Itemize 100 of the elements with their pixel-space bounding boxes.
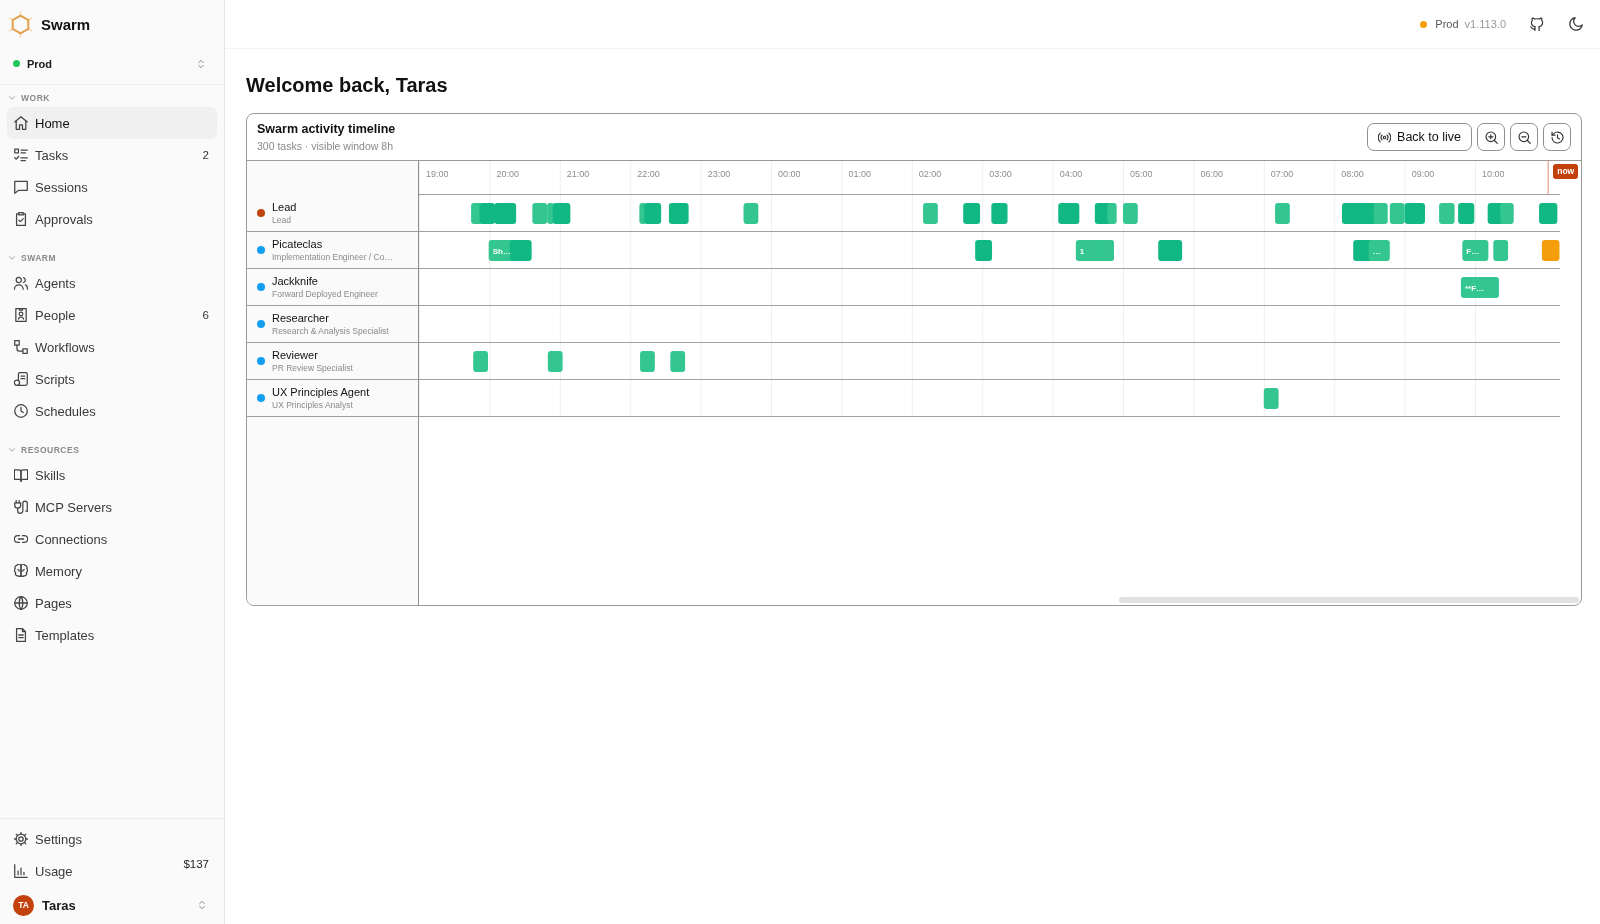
time-label: 00:00 xyxy=(778,169,801,179)
task-block[interactable] xyxy=(1541,240,1560,261)
task-block[interactable] xyxy=(743,203,759,224)
task-block[interactable] xyxy=(975,240,993,261)
task-block[interactable] xyxy=(991,203,1008,224)
chevron-down-icon xyxy=(8,446,16,454)
task-label: 1 xyxy=(1079,246,1085,256)
task-block[interactable] xyxy=(1460,277,1499,298)
message-icon xyxy=(14,180,28,194)
nav-item[interactable]: Approvals xyxy=(7,203,217,235)
agent-role: Forward Deployed Engineer xyxy=(272,288,378,300)
clock-icon xyxy=(14,404,28,418)
task-block[interactable] xyxy=(1539,203,1558,224)
task-block[interactable] xyxy=(1123,203,1138,224)
now-badge: now xyxy=(1553,164,1579,179)
book-icon xyxy=(14,468,28,482)
time-label: 03:00 xyxy=(989,169,1012,179)
nav-item[interactable]: Tasks 2 xyxy=(7,139,217,171)
id-badge-icon xyxy=(14,308,28,322)
task-block[interactable] xyxy=(1341,203,1378,224)
task-block[interactable] xyxy=(1158,240,1183,261)
scrollbar-thumb[interactable] xyxy=(1119,597,1579,603)
task-block[interactable] xyxy=(1058,203,1080,224)
link-icon xyxy=(14,532,28,546)
broadcast-icon xyxy=(1378,130,1392,144)
history-icon xyxy=(1550,130,1564,144)
task-block[interactable] xyxy=(532,203,548,224)
agent-name: Reviewer xyxy=(272,348,319,362)
chevron-down-icon xyxy=(8,94,16,102)
task-block[interactable] xyxy=(1404,203,1425,224)
environment-selector[interactable]: Prod xyxy=(8,51,216,76)
task-label: Sh… xyxy=(492,246,511,256)
nav-item[interactable]: Memory xyxy=(7,555,217,587)
nav-item[interactable]: Agents xyxy=(7,267,217,299)
task-block[interactable] xyxy=(509,240,532,261)
task-block[interactable] xyxy=(644,203,662,224)
task-block[interactable] xyxy=(547,351,563,372)
workflow-icon xyxy=(14,340,28,354)
zoom-out-button[interactable] xyxy=(1510,123,1538,151)
nav-item[interactable]: Usage $137 xyxy=(7,855,217,887)
timeline-subtitle: 300 tasks · visible window 8h xyxy=(257,138,394,153)
chevrons-up-down-icon xyxy=(196,57,206,70)
task-block[interactable] xyxy=(640,351,655,372)
task-block[interactable] xyxy=(963,203,981,224)
task-block[interactable] xyxy=(1275,203,1290,224)
usage-amount: $137 xyxy=(183,858,209,870)
task-block[interactable] xyxy=(1500,203,1514,224)
clipboard-check-icon xyxy=(14,212,28,226)
task-block[interactable] xyxy=(670,351,686,372)
task-block[interactable] xyxy=(1368,240,1390,261)
globe-icon xyxy=(14,596,28,610)
bar-chart-icon xyxy=(14,864,28,878)
agent-name: Researcher xyxy=(272,311,330,325)
task-block[interactable] xyxy=(1389,203,1405,224)
zoom-out-icon xyxy=(1517,130,1531,144)
nav-item[interactable]: Workflows xyxy=(7,331,217,363)
task-block[interactable] xyxy=(923,203,938,224)
task-label: … xyxy=(1372,246,1381,256)
nav-item[interactable]: MCP Servers xyxy=(7,491,217,523)
nav-item[interactable]: Skills xyxy=(7,459,217,491)
timeline-title: Swarm activity timeline xyxy=(257,121,396,137)
brain-icon xyxy=(14,564,28,578)
time-label: 08:00 xyxy=(1341,169,1364,179)
nav-item[interactable]: Schedules xyxy=(7,395,217,427)
task-block[interactable] xyxy=(1439,203,1455,224)
nav-item[interactable]: Scripts xyxy=(7,363,217,395)
nav-item[interactable]: Pages xyxy=(7,587,217,619)
task-block[interactable] xyxy=(1462,240,1489,261)
zoom-in-icon xyxy=(1484,130,1498,144)
history-button[interactable] xyxy=(1543,123,1571,151)
version-label: v1.113.0 xyxy=(1464,18,1506,30)
nav-item[interactable]: Sessions xyxy=(7,171,217,203)
task-block[interactable] xyxy=(1107,203,1117,224)
task-block[interactable] xyxy=(1263,388,1279,409)
task-block[interactable] xyxy=(473,351,488,372)
nav-item[interactable]: Settings xyxy=(7,823,217,855)
agent-role: Research & Analysis Specialist xyxy=(272,325,389,337)
agent-role: UX Principles Analyst xyxy=(272,399,354,411)
task-block[interactable] xyxy=(1493,240,1509,261)
hexagon-logo-icon xyxy=(7,9,34,39)
chevrons-up-down-icon xyxy=(197,899,207,911)
nav-item[interactable]: People 6 xyxy=(7,299,217,331)
chevron-down-icon xyxy=(8,254,16,262)
zoom-in-button[interactable] xyxy=(1477,123,1505,151)
time-label: 10:00 xyxy=(1482,169,1505,179)
nav-item[interactable]: Home xyxy=(7,107,217,139)
task-block[interactable] xyxy=(668,203,689,224)
task-block[interactable] xyxy=(494,203,517,224)
task-block[interactable] xyxy=(1458,203,1475,224)
nav-item[interactable]: Templates xyxy=(7,619,217,651)
github-icon xyxy=(1530,17,1544,31)
back-to-live-button[interactable]: Back to live xyxy=(1367,123,1472,151)
time-label: 19:00 xyxy=(426,169,449,179)
user-menu[interactable]: TA Taras xyxy=(7,889,217,921)
time-label: 09:00 xyxy=(1411,169,1435,179)
agent-role: Implementation Engineer / Co… xyxy=(272,251,393,263)
brand-name: Swarm xyxy=(41,15,91,33)
nav-item[interactable]: Connections xyxy=(7,523,217,555)
time-label: 01:00 xyxy=(848,169,871,179)
checklist-icon xyxy=(14,148,28,162)
